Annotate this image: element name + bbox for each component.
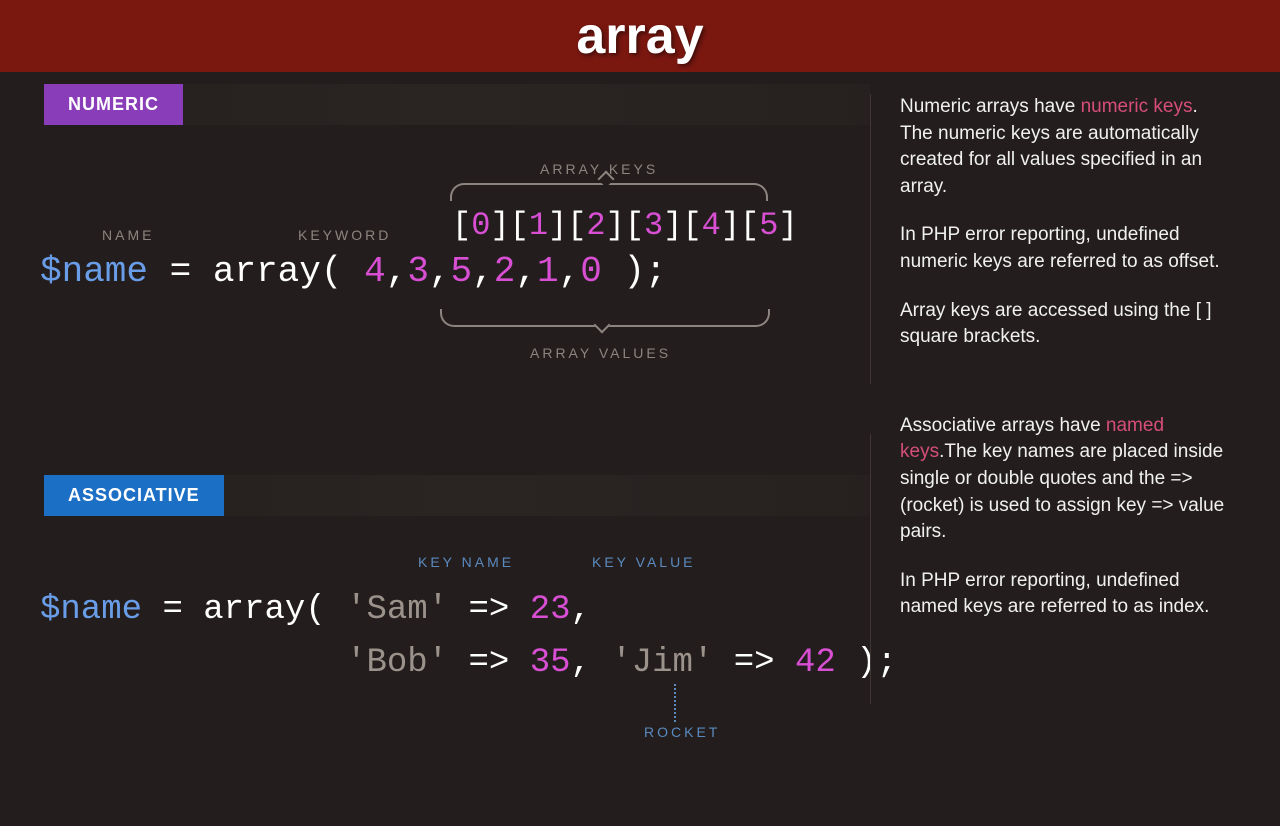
assoc-keyword: array( <box>203 591 325 629</box>
numeric-code-area: NAME KEYWORD ARRAY KEYS ARRAY VALUES [0]… <box>40 145 870 445</box>
numeric-desc-1: Numeric arrays have numeric keys. The nu… <box>900 94 1230 200</box>
key-5: 5 <box>759 207 778 244</box>
divider-2 <box>870 434 871 704</box>
side-column: Numeric arrays have numeric keys. The nu… <box>870 84 1250 826</box>
assoc-v0: 23 <box>530 591 571 629</box>
code-assign: = <box>170 251 192 292</box>
assoc-assign: = <box>162 591 182 629</box>
brace-top <box>450 183 768 201</box>
assoc-k1: 'Bob' <box>346 644 448 682</box>
rocket-pointer-line <box>674 684 676 722</box>
page-header: array <box>0 0 1280 72</box>
key-0: 0 <box>471 207 490 244</box>
associative-tab-row: ASSOCIATIVE <box>20 475 870 516</box>
val-0: 4 <box>364 251 386 292</box>
key-3: 3 <box>644 207 663 244</box>
assoc-var: $name <box>40 591 142 629</box>
val-5: 0 <box>580 251 602 292</box>
arrow-2: => <box>734 644 775 682</box>
assoc-desc-1a: Associative arrays have <box>900 415 1106 436</box>
page-title: array <box>576 6 703 66</box>
arrow-1: => <box>469 644 510 682</box>
val-3: 2 <box>494 251 516 292</box>
numeric-tab: NUMERIC <box>44 84 183 125</box>
numeric-desc-3: Array keys are accessed using the [ ] sq… <box>900 298 1230 351</box>
label-keyword: KEYWORD <box>298 227 391 243</box>
label-array-values: ARRAY VALUES <box>530 345 671 361</box>
assoc-desc-1b: .The key names are placed inside single … <box>900 441 1224 542</box>
assoc-desc-1: Associative arrays have named keys.The k… <box>900 413 1230 546</box>
numeric-strip <box>163 84 870 125</box>
label-key-name: KEY NAME <box>418 554 514 570</box>
assoc-v1: 35 <box>530 644 571 682</box>
code-close: ); <box>623 251 666 292</box>
numeric-code-line: $name = array( 4,3,5,2,1,0 ); <box>40 251 667 292</box>
divider-1 <box>870 94 871 384</box>
num-desc-1hl: numeric keys <box>1081 96 1193 117</box>
assoc-v2: 42 <box>795 644 836 682</box>
assoc-k0: 'Sam' <box>346 591 448 629</box>
label-key-value: KEY VALUE <box>592 554 696 570</box>
num-desc-1a: Numeric arrays have <box>900 96 1081 117</box>
associative-code-area: KEY NAME KEY VALUE ROCKET $name = array(… <box>40 536 870 796</box>
associative-strip <box>204 475 870 516</box>
key-1: 1 <box>529 207 548 244</box>
assoc-desc-2: In PHP error reporting, undefined named … <box>900 568 1230 621</box>
label-rocket: ROCKET <box>644 724 720 740</box>
val-2: 5 <box>451 251 473 292</box>
code-keyword: array( <box>213 251 343 292</box>
key-2: 2 <box>586 207 605 244</box>
assoc-k2: 'Jim' <box>611 644 713 682</box>
main-column: NUMERIC NAME KEYWORD ARRAY KEYS ARRAY VA… <box>0 84 870 826</box>
val-1: 3 <box>407 251 429 292</box>
arrow-0: => <box>469 591 510 629</box>
associative-tab: ASSOCIATIVE <box>44 475 224 516</box>
val-4: 1 <box>537 251 559 292</box>
key-4: 4 <box>702 207 721 244</box>
code-var: $name <box>40 251 148 292</box>
label-array-keys: ARRAY KEYS <box>540 161 658 177</box>
associative-code-lines: $name = array( 'Sam' => 23, $name = arra… <box>40 584 897 689</box>
numeric-desc-2: In PHP error reporting, undefined numeri… <box>900 222 1230 275</box>
numeric-keys-line: [0][1][2][3][4][5] <box>452 207 798 244</box>
label-name: NAME <box>102 227 154 243</box>
numeric-tab-row: NUMERIC <box>20 84 870 125</box>
